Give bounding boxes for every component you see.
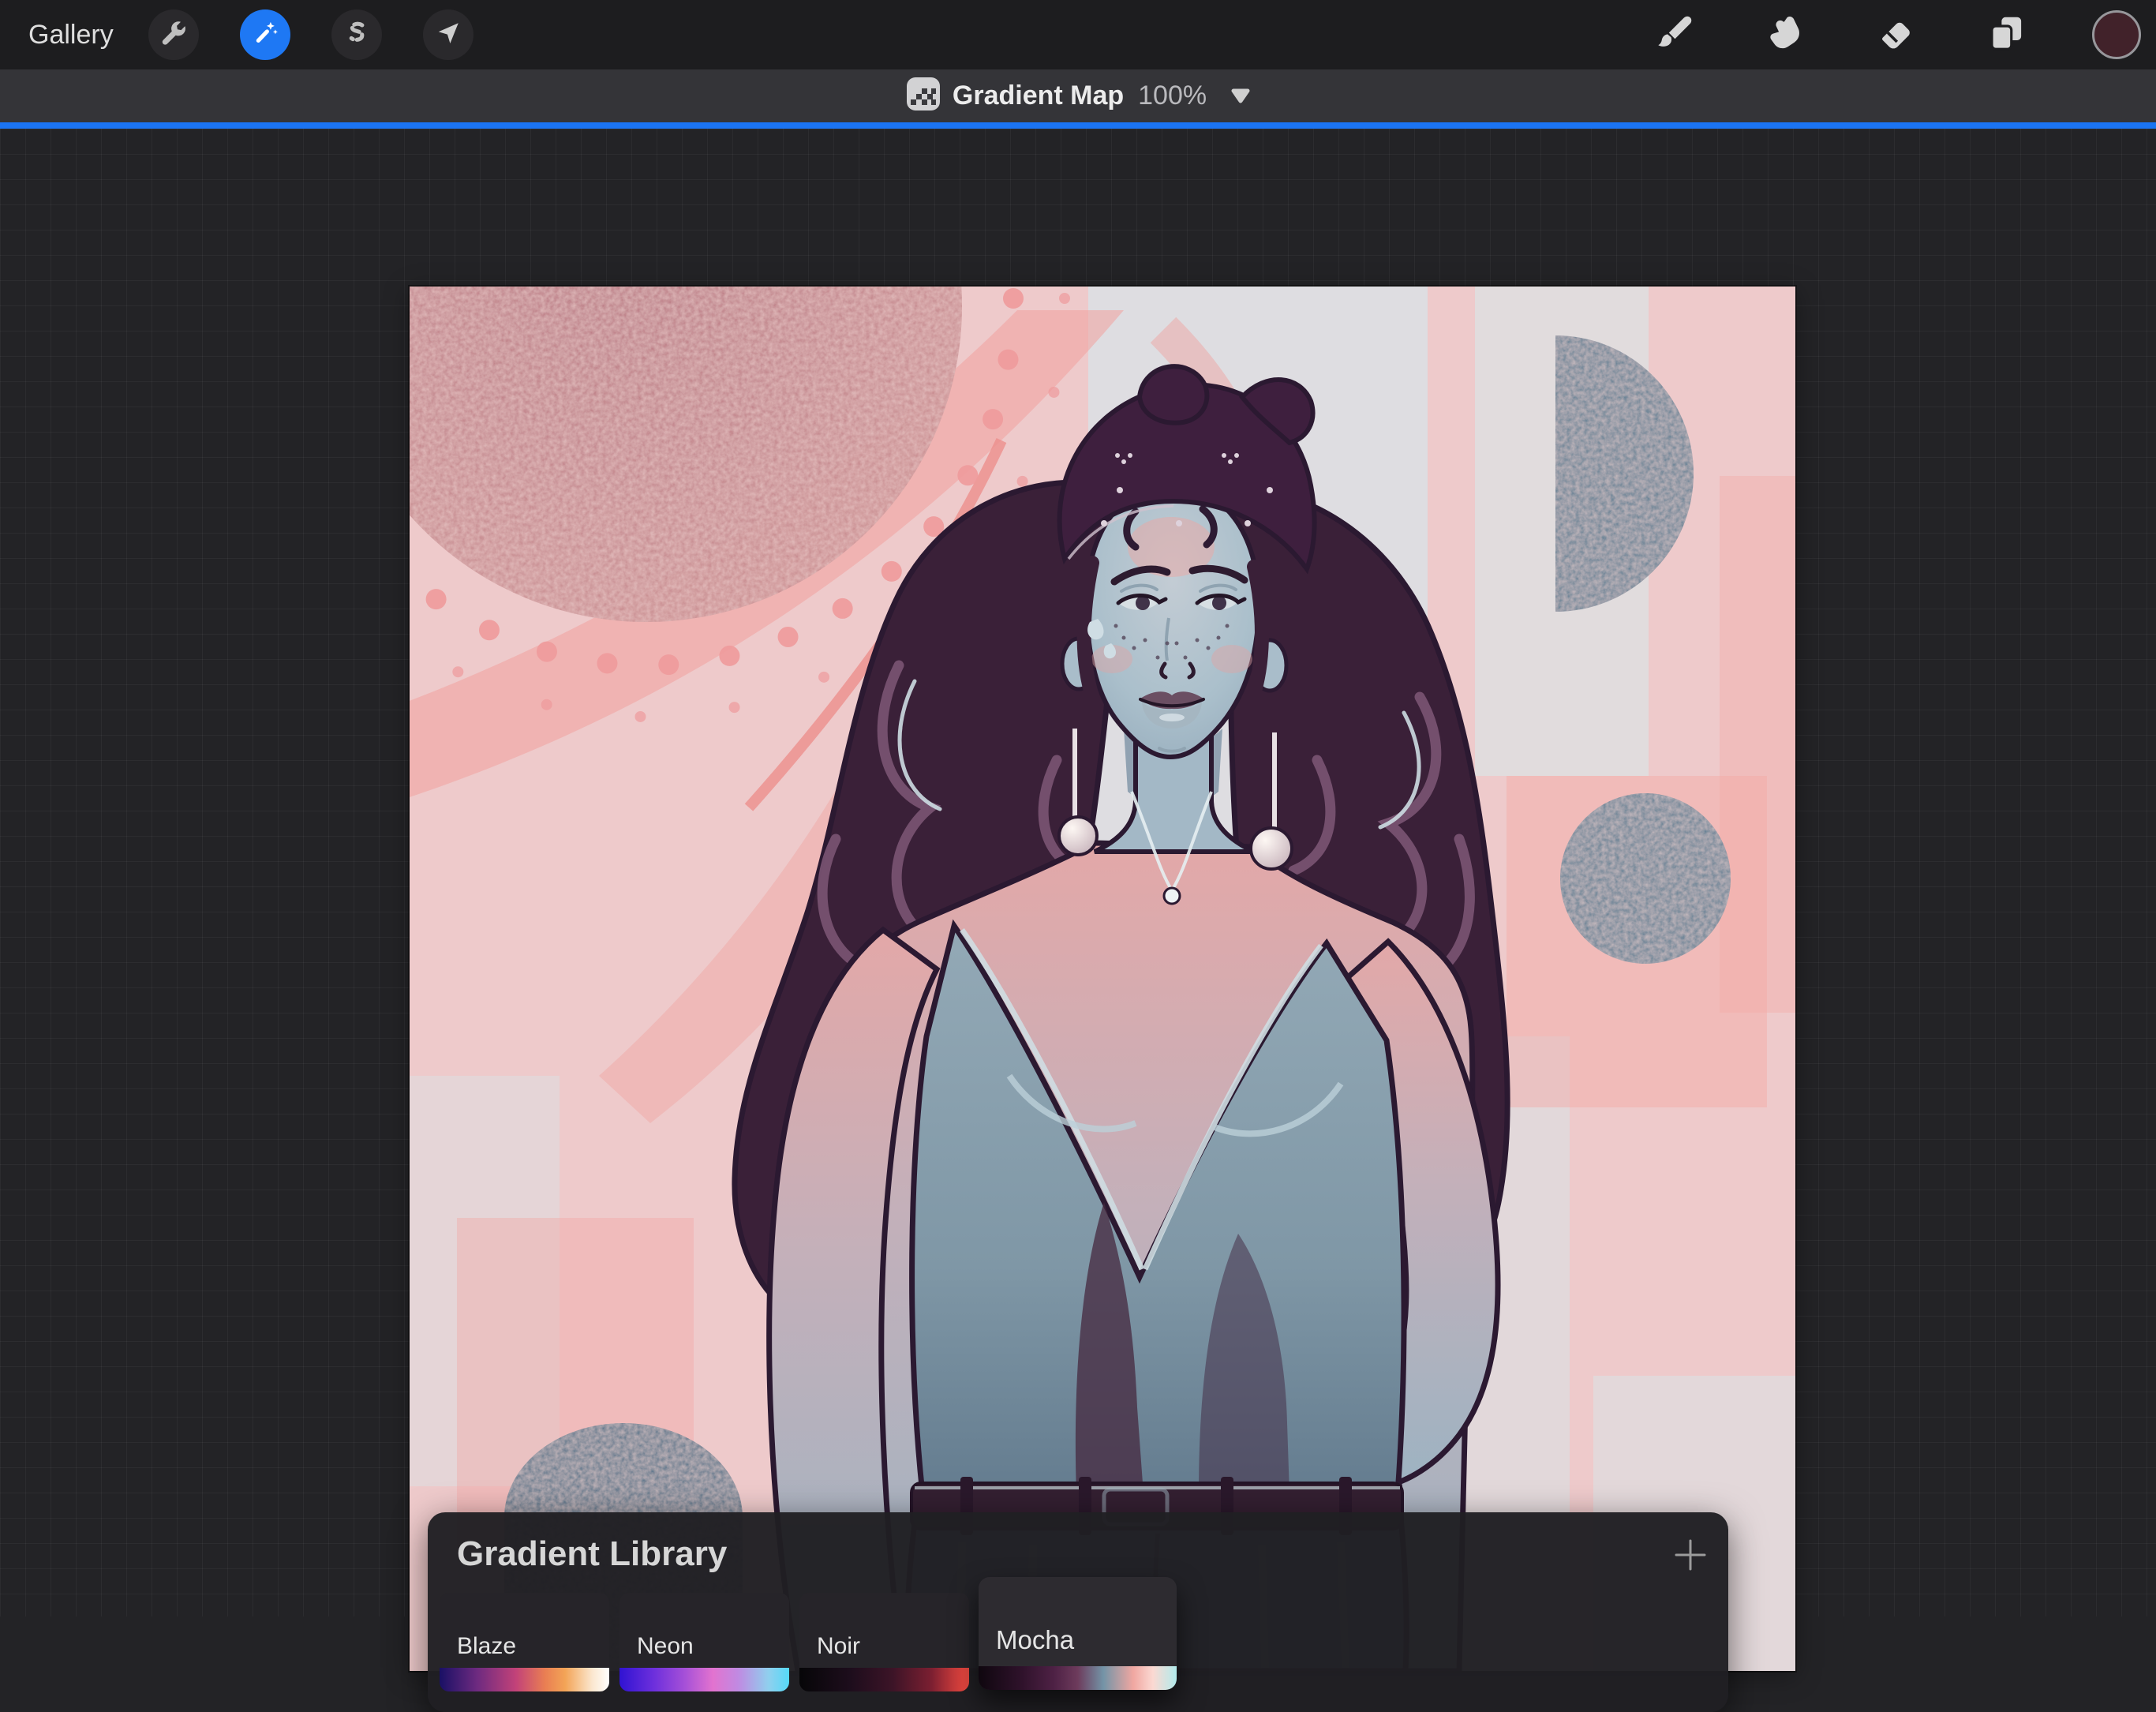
gallery-button[interactable]: Gallery [28,20,114,51]
gradient-strip [979,1666,1177,1690]
adjustments-button[interactable] [240,9,290,60]
top-toolbar: Gallery [0,0,2156,69]
gradient-name: Noir [817,1633,860,1660]
gradient-library-panel: Gradient Library Blaze Neon Noir Mocha [428,1512,1728,1712]
smudge-finger-icon [1764,12,1806,58]
gradient-card-neon[interactable]: Neon [619,1593,789,1691]
color-button[interactable] [2091,9,2142,60]
gradient-map-icon [905,76,941,116]
adjustment-bar: Gradient Map 100% [0,69,2156,122]
gradient-strip [799,1668,969,1691]
adjustment-title: Gradient Map [953,81,1124,111]
gradient-strip [440,1668,609,1691]
gradient-name: Blaze [457,1633,516,1660]
gradient-card-noir[interactable]: Noir [799,1593,969,1691]
wrench-icon [159,19,188,51]
gradient-name: Neon [637,1633,694,1660]
add-gradient-button[interactable] [1673,1539,1708,1574]
adjustment-amount: 100% [1138,81,1207,111]
plus-icon [1673,1538,1708,1576]
chevron-down-icon[interactable] [1230,88,1251,104]
canvas-artwork[interactable] [410,287,1795,1671]
canvas-background: Gradient Library Blaze Neon Noir Mocha [0,129,2156,1616]
left-tool-group [148,9,473,60]
selection-s-icon [342,19,371,51]
paintbrush-icon [1653,12,1696,58]
gradient-card-mocha[interactable]: Mocha [979,1577,1177,1690]
gradient-strip [619,1668,789,1691]
gradient-library-title: Gradient Library [457,1534,727,1574]
actions-button[interactable] [148,9,199,60]
selection-button[interactable] [331,9,382,60]
transform-button[interactable] [423,9,473,60]
gradient-name: Mocha [996,1625,1074,1655]
layers-icon [1985,12,2027,58]
right-tool-group [1649,0,2142,69]
layers-button[interactable] [1981,9,2031,60]
eraser-icon [1874,12,1917,58]
erase-button[interactable] [1870,9,1921,60]
magic-wand-icon [251,19,279,51]
adjustment-slider[interactable] [0,122,2156,129]
paint-button[interactable] [1649,9,1700,60]
smudge-button[interactable] [1760,9,1810,60]
transform-arrow-icon [434,19,462,51]
adjustment-progress-fill [0,122,2156,129]
color-swatch [2092,10,2141,59]
gradient-card-blaze[interactable]: Blaze [440,1593,609,1691]
